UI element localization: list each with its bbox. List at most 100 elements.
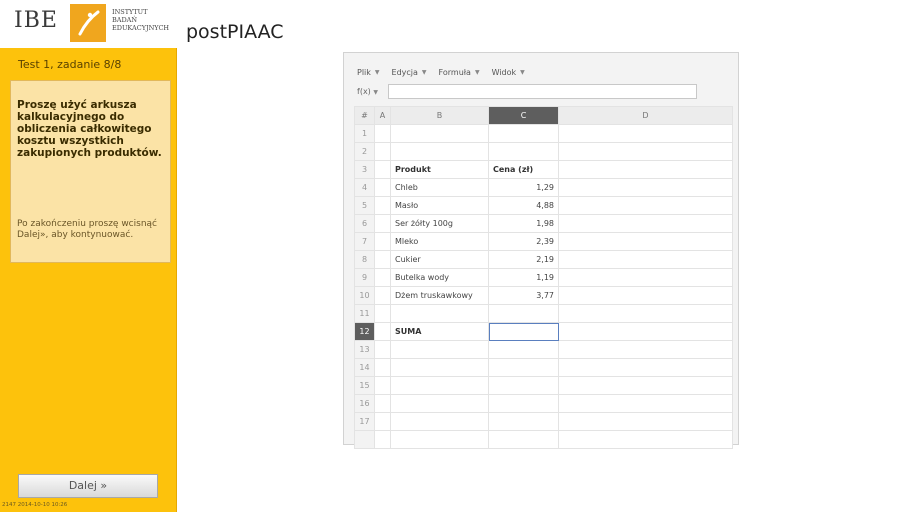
cell-d[interactable] xyxy=(558,214,733,233)
row-number[interactable] xyxy=(354,430,375,449)
cell-b[interactable] xyxy=(390,340,489,359)
cell-a[interactable] xyxy=(374,268,391,287)
cell-d[interactable] xyxy=(558,430,733,449)
cell-a[interactable] xyxy=(374,412,391,431)
row-number[interactable]: 17 xyxy=(354,412,375,431)
cell-a[interactable] xyxy=(374,430,391,449)
cell-c[interactable] xyxy=(488,412,559,431)
cell-a[interactable] xyxy=(374,232,391,251)
column-header-a[interactable]: A xyxy=(374,106,391,125)
row-number[interactable]: 4 xyxy=(354,178,375,197)
cell-d[interactable] xyxy=(558,394,733,413)
cell-a[interactable] xyxy=(374,322,391,341)
cell-d[interactable] xyxy=(558,358,733,377)
cell-c[interactable] xyxy=(488,142,559,161)
cell-a[interactable] xyxy=(374,250,391,269)
column-header-b[interactable]: B xyxy=(390,106,489,125)
cell-c[interactable]: 4,88 xyxy=(488,196,559,215)
menu-formula[interactable]: Formuła ▼ xyxy=(439,65,480,79)
row-number[interactable]: 3 xyxy=(354,160,375,179)
cell-a[interactable] xyxy=(374,160,391,179)
row-number[interactable]: 13 xyxy=(354,340,375,359)
menu-view[interactable]: Widok ▼ xyxy=(492,65,525,79)
cell-a[interactable] xyxy=(374,340,391,359)
cell-b[interactable] xyxy=(390,412,489,431)
cell-a[interactable] xyxy=(374,376,391,395)
cell-d[interactable] xyxy=(558,412,733,431)
cell-c[interactable] xyxy=(488,124,559,143)
row-number[interactable]: 16 xyxy=(354,394,375,413)
row-number[interactable]: 8 xyxy=(354,250,375,269)
cell-c[interactable] xyxy=(488,394,559,413)
cell-b[interactable]: Produkt xyxy=(390,160,489,179)
cell-b[interactable] xyxy=(390,142,489,161)
cell-d[interactable] xyxy=(558,304,733,323)
cell-a[interactable] xyxy=(374,286,391,305)
cell-b[interactable]: Dżem truskawkowy xyxy=(390,286,489,305)
formula-input[interactable] xyxy=(388,84,697,99)
cell-d[interactable] xyxy=(558,250,733,269)
cell-d[interactable] xyxy=(558,196,733,215)
cell-d[interactable] xyxy=(558,232,733,251)
cell-d[interactable] xyxy=(558,322,733,341)
formula-label[interactable]: f(x) ▼ xyxy=(357,87,378,96)
cell-b[interactable]: Chleb xyxy=(390,178,489,197)
cell-d[interactable] xyxy=(558,160,733,179)
row-number[interactable]: 6 xyxy=(354,214,375,233)
cell-a[interactable] xyxy=(374,394,391,413)
cell-b[interactable] xyxy=(390,430,489,449)
cell-b[interactable]: Butelka wody xyxy=(390,268,489,287)
cell-b[interactable]: Masło xyxy=(390,196,489,215)
row-number[interactable]: 14 xyxy=(354,358,375,377)
cell-c[interactable] xyxy=(488,430,559,449)
cell-c[interactable] xyxy=(488,358,559,377)
cell-a[interactable] xyxy=(374,178,391,197)
cell-b[interactable] xyxy=(390,394,489,413)
cell-b[interactable]: Ser żółty 100g xyxy=(390,214,489,233)
cell-d[interactable] xyxy=(558,142,733,161)
cell-b[interactable]: Cukier xyxy=(390,250,489,269)
column-header-d[interactable]: D xyxy=(558,106,733,125)
cell-a[interactable] xyxy=(374,214,391,233)
cell-d[interactable] xyxy=(558,124,733,143)
menu-file[interactable]: Plik ▼ xyxy=(357,65,380,79)
row-number[interactable]: 12 xyxy=(354,322,375,341)
cell-b[interactable]: SUMA xyxy=(390,322,489,341)
row-number[interactable]: 10 xyxy=(354,286,375,305)
cell-c[interactable]: 2,39 xyxy=(488,232,559,251)
cell-b[interactable]: Mleko xyxy=(390,232,489,251)
cell-a[interactable] xyxy=(374,358,391,377)
cell-c[interactable]: 1,98 xyxy=(488,214,559,233)
cell-a[interactable] xyxy=(374,124,391,143)
row-number[interactable]: 1 xyxy=(354,124,375,143)
selected-cell[interactable] xyxy=(488,322,559,341)
column-header-c[interactable]: C xyxy=(488,106,559,125)
cell-d[interactable] xyxy=(558,178,733,197)
next-button[interactable]: Dalej » xyxy=(18,474,158,498)
cell-b[interactable] xyxy=(390,304,489,323)
cell-c[interactable]: 1,19 xyxy=(488,268,559,287)
cell-c[interactable]: 3,77 xyxy=(488,286,559,305)
cell-d[interactable] xyxy=(558,286,733,305)
menu-edit[interactable]: Edycja ▼ xyxy=(392,65,427,79)
cell-c[interactable] xyxy=(488,340,559,359)
cell-a[interactable] xyxy=(374,196,391,215)
cell-b[interactable] xyxy=(390,376,489,395)
cell-d[interactable] xyxy=(558,376,733,395)
cell-a[interactable] xyxy=(374,142,391,161)
cell-d[interactable] xyxy=(558,340,733,359)
row-number[interactable]: 11 xyxy=(354,304,375,323)
cell-b[interactable] xyxy=(390,358,489,377)
cell-c[interactable]: 1,29 xyxy=(488,178,559,197)
row-number[interactable]: 2 xyxy=(354,142,375,161)
cell-c[interactable]: 2,19 xyxy=(488,250,559,269)
row-number[interactable]: 7 xyxy=(354,232,375,251)
cell-c[interactable] xyxy=(488,376,559,395)
row-number[interactable]: 15 xyxy=(354,376,375,395)
row-number[interactable]: 5 xyxy=(354,196,375,215)
row-number[interactable]: 9 xyxy=(354,268,375,287)
cell-c[interactable] xyxy=(488,304,559,323)
cell-b[interactable] xyxy=(390,124,489,143)
cell-c[interactable]: Cena (zł) xyxy=(488,160,559,179)
cell-a[interactable] xyxy=(374,304,391,323)
